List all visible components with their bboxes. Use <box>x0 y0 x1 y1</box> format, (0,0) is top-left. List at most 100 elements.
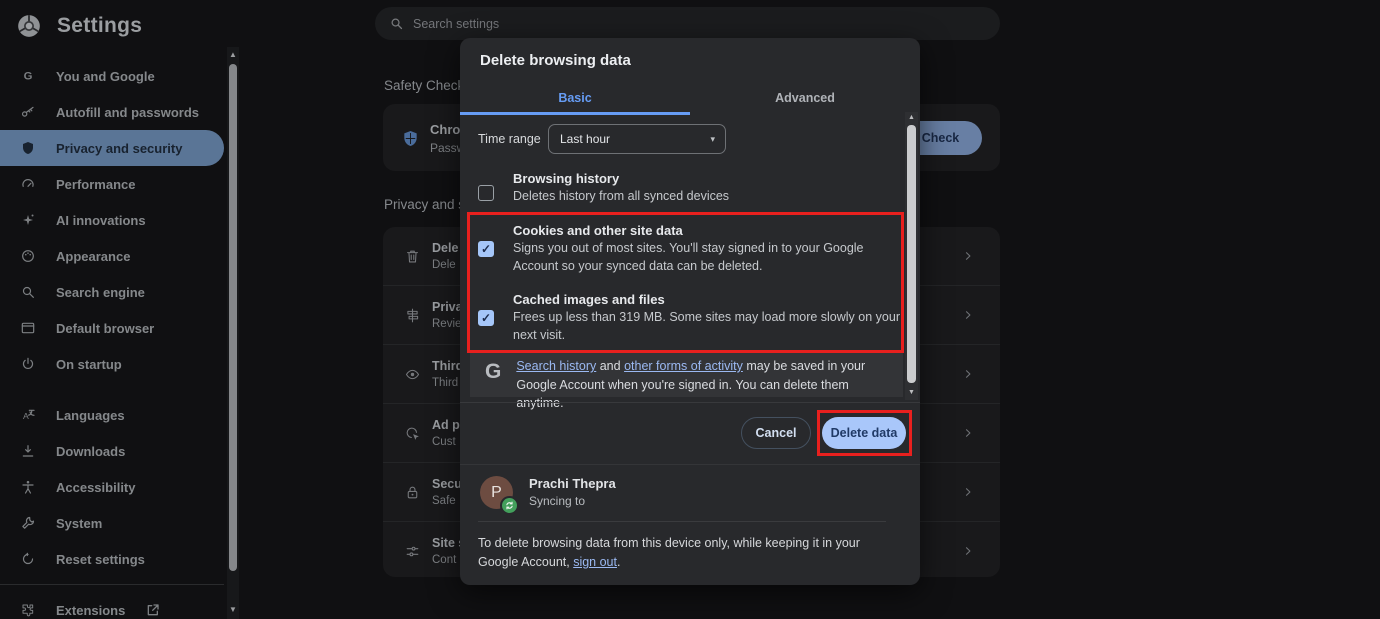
dialog-scroll-down-icon[interactable]: ▼ <box>905 389 918 396</box>
checkbox-text: Cookies and other site dataSigns you out… <box>513 222 907 275</box>
sign-out-link[interactable]: sign out <box>573 555 617 569</box>
key-icon <box>20 104 36 120</box>
sidebar-divider <box>0 584 224 585</box>
sidebar-item-label: Appearance <box>56 249 130 264</box>
dialog-scrollbar-thumb[interactable] <box>907 125 916 383</box>
dialog-scrollbar[interactable]: ▲ ▼ <box>905 112 918 400</box>
sidebar-item-label: Accessibility <box>56 480 136 495</box>
sidebar-item-you-and-google[interactable]: G You and Google <box>0 58 224 94</box>
footer-text-before: To delete browsing data from this device… <box>478 536 860 569</box>
sidebar-item-label: Default browser <box>56 321 154 336</box>
sidebar-item-default-browser[interactable]: Default browser <box>0 310 224 346</box>
other-forms-of-activity-link[interactable]: other forms of activity <box>624 359 743 373</box>
sidebar-item-system[interactable]: System <box>0 505 224 541</box>
speedometer-icon <box>20 176 36 192</box>
sidebar-item-appearance[interactable]: Appearance <box>0 238 224 274</box>
checkbox-row-browsing-history: ✓ Browsing historyDeletes history from al… <box>478 170 907 206</box>
scroll-up-arrow-icon[interactable]: ▲ <box>227 50 239 60</box>
reset-icon <box>20 551 36 567</box>
time-range-value: Last hour <box>560 132 610 146</box>
sidebar-item-label: Languages <box>56 408 125 423</box>
eye-icon <box>404 366 421 383</box>
sidebar-item-label: Downloads <box>56 444 125 459</box>
sidebar-item-on-startup[interactable]: On startup <box>0 346 224 382</box>
dialog-tabs: Basic Advanced <box>460 85 920 115</box>
sidebar-item-privacy-and-security[interactable]: Privacy and security <box>0 130 224 166</box>
sidebar-item-reset-settings[interactable]: Reset settings <box>0 541 224 577</box>
sparkle-icon <box>20 212 36 228</box>
time-range-label: Time range <box>478 132 541 146</box>
chevron-right-icon[interactable] <box>962 486 974 498</box>
sidebar-item-label: Privacy and security <box>56 141 182 156</box>
google-g-icon: G <box>485 360 501 397</box>
trash-icon <box>404 248 421 265</box>
dialog-footer-text: To delete browsing data from this device… <box>478 534 890 572</box>
search-history-link[interactable]: Search history <box>516 359 596 373</box>
privacy-security-heading: Privacy and s <box>384 197 465 212</box>
google-notice-text: Search history and other forms of activi… <box>516 357 888 397</box>
sidebar-item-label: Performance <box>56 177 135 192</box>
svg-text:G: G <box>24 71 33 83</box>
page-title: Settings <box>57 14 142 38</box>
lock-icon <box>404 484 421 501</box>
sidebar-item-accessibility[interactable]: Accessibility <box>0 469 224 505</box>
settings-sidebar: G You and Google Autofill and passwords Pri… <box>0 58 224 619</box>
sidebar-item-label: Reset settings <box>56 552 145 567</box>
sidebar-item-extensions[interactable]: Extensions <box>0 592 224 619</box>
svg-text:A: A <box>23 411 29 421</box>
caret-down-icon: ▾ <box>710 134 715 145</box>
chrome-logo-icon <box>16 13 42 39</box>
checkbox-row-cookies-and-other-site-data: ✓ Cookies and other site dataSigns you ou… <box>478 222 907 275</box>
search-placeholder: Search settings <box>413 17 499 31</box>
tab-basic[interactable]: Basic <box>460 85 690 115</box>
tab-advanced[interactable]: Advanced <box>690 85 920 115</box>
sidebar-item-languages[interactable]: A Languages <box>0 397 224 433</box>
chevron-right-icon[interactable] <box>962 250 974 262</box>
puzzle-icon <box>20 602 36 618</box>
chrome-settings-window: Settings G You and Google Autofill and pas… <box>0 0 1380 619</box>
google-g-icon: G <box>20 68 36 84</box>
ad-click-icon <box>404 425 421 442</box>
translate-icon: A <box>20 407 36 423</box>
footer-text-after: . <box>617 555 620 569</box>
cancel-button[interactable]: Cancel <box>741 417 811 449</box>
sidebar-item-label: AI innovations <box>56 213 146 228</box>
chevron-right-icon[interactable] <box>962 427 974 439</box>
delete-data-button[interactable]: Delete data <box>822 417 906 449</box>
safety-shield-icon <box>401 129 420 148</box>
chevron-right-icon[interactable] <box>962 545 974 557</box>
safety-check-heading: Safety Check <box>384 78 464 93</box>
sidebar-item-autofill-and-passwords[interactable]: Autofill and passwords <box>0 94 224 130</box>
chevron-right-icon[interactable] <box>962 309 974 321</box>
sidebar-item-ai-innovations[interactable]: AI innovations <box>0 202 224 238</box>
checkbox-row-cached-images-and-files: ✓ Cached images and filesFrees up less th… <box>478 291 907 344</box>
page-scrollbar-thumb[interactable] <box>229 64 237 571</box>
sync-badge-icon <box>500 496 519 515</box>
notice-middle-text: and <box>596 359 624 373</box>
tune-icon <box>404 543 421 560</box>
wrench-icon <box>20 515 36 531</box>
checkbox-text: Cached images and filesFrees up less tha… <box>513 291 907 344</box>
scroll-down-arrow-icon[interactable]: ▼ <box>227 605 239 615</box>
accessibility-icon <box>20 479 36 495</box>
sidebar-item-performance[interactable]: Performance <box>0 166 224 202</box>
browsing-history-checkbox[interactable]: ✓ <box>478 185 494 201</box>
chevron-right-icon[interactable] <box>962 368 974 380</box>
sidebar-item-downloads[interactable]: Downloads <box>0 433 224 469</box>
sidebar-item-label: You and Google <box>56 69 155 84</box>
sidebar-item-search-engine[interactable]: Search engine <box>0 274 224 310</box>
checkbox-text: Browsing historyDeletes history from all… <box>513 170 907 206</box>
account-divider <box>460 464 920 465</box>
external-link-icon <box>145 602 161 618</box>
power-icon <box>20 356 36 372</box>
time-range-select[interactable]: Last hour ▾ <box>548 124 726 154</box>
footer-divider <box>478 521 886 522</box>
search-icon <box>20 284 36 300</box>
palette-icon <box>20 248 36 264</box>
cached-images-and-files-checkbox[interactable]: ✓ <box>478 310 494 326</box>
sidebar-item-label: Extensions <box>56 603 125 618</box>
cookies-and-other-site-data-checkbox[interactable]: ✓ <box>478 241 494 257</box>
dialog-scroll-up-icon[interactable]: ▲ <box>905 114 918 121</box>
search-input[interactable]: Search settings <box>375 7 1000 40</box>
browser-icon <box>20 320 36 336</box>
